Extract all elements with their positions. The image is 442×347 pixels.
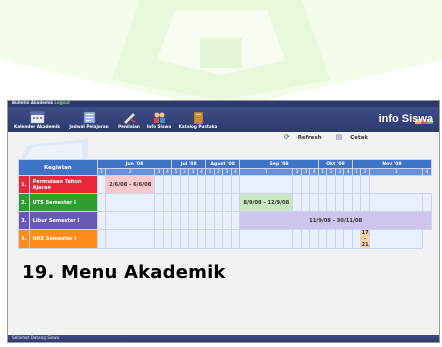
- toolbar-kalender-akademik[interactable]: Kalender Akademik: [12, 109, 62, 129]
- activity-name: UAS Semester I: [28, 229, 98, 249]
- background-watermark: [0, 0, 442, 110]
- week-header: 2: [105, 168, 156, 176]
- week-header: 3: [334, 168, 345, 176]
- week-header: 2: [326, 168, 336, 176]
- activity-name: Libur Semester I: [28, 211, 98, 230]
- toolbar-label: Kalender Akademik: [14, 124, 60, 129]
- toolbar-label: Jadwal Pelajaran: [69, 124, 109, 129]
- page-heading: 19. Menu Akademik: [22, 262, 226, 283]
- refresh-label: Refresh: [297, 135, 322, 141]
- week-header: 3: [188, 168, 198, 176]
- calendar-actions: ⟳ Refresh ▤ Cetak: [272, 133, 368, 141]
- month-header: Jun '08: [96, 159, 173, 169]
- toolbar-label: Info Siswa: [146, 124, 172, 129]
- print-label: Cetak: [350, 135, 368, 141]
- week-header: 2: [360, 168, 370, 176]
- brand-logo: info Siswa: [378, 113, 433, 125]
- print-button[interactable]: ▤ Cetak: [330, 133, 368, 141]
- event-date-range: 2/6/08 - 6/6/08: [109, 181, 152, 188]
- toolbar-penilaian[interactable]: Penilaian: [116, 109, 142, 129]
- table-row[interactable]: 1. Permulaan Tahun Ajaran 2/6/08 - 6/6/0…: [18, 175, 432, 194]
- table-row[interactable]: 2. UTS Semester I 8/9/08 - 12/9/08: [18, 193, 432, 212]
- week-header: 3: [300, 168, 311, 176]
- schedule-icon: [82, 109, 97, 124]
- toolbar-katalog-pustaka[interactable]: Katalog Pustaka: [176, 109, 220, 129]
- week-header: 2: [292, 168, 302, 176]
- activity-name: UTS Semester I: [28, 193, 98, 212]
- month-header: Okt '08: [317, 159, 353, 169]
- month-header: Jul '08: [171, 159, 207, 169]
- week-header: 3: [368, 168, 424, 176]
- week-header: 1: [171, 168, 181, 176]
- students-icon: [152, 109, 167, 123]
- calendar-panel: ⟳ Refresh ▤ Cetak Kegiatan Jun '08 Jul '08…: [18, 133, 433, 259]
- week-header: 1: [205, 168, 215, 176]
- status-text: Selamat Datang Siswa: [12, 335, 60, 340]
- week-header: 2: [213, 168, 224, 176]
- row-number: 3.: [18, 211, 30, 230]
- main-toolbar: Kalender Akademik Jadwal Pelajaran Penil…: [8, 107, 439, 132]
- week-header: 3: [154, 168, 164, 176]
- toolbar-info-siswa[interactable]: Info Siswa: [146, 109, 172, 129]
- toolbar-label: Katalog Pustaka: [178, 124, 218, 129]
- table-row[interactable]: 4. UAS Semester I 17/11/08 - 21/11/08: [18, 229, 432, 249]
- week-header: 1: [96, 168, 107, 176]
- week-header: 3: [222, 168, 232, 176]
- week-header: 1: [317, 168, 328, 176]
- week-header: 4: [422, 168, 432, 176]
- app-window: Bulletin Akademik Logout Kalender Akadem…: [7, 100, 440, 343]
- week-header: 1: [351, 168, 362, 176]
- week-header: 4: [309, 168, 319, 176]
- calendar-icon: [30, 109, 45, 124]
- week-header: 1: [239, 168, 294, 176]
- toolbar-jadwal-pelajaran[interactable]: Jadwal Pelajaran: [66, 109, 112, 129]
- activity-header: Kegiatan: [18, 159, 98, 176]
- table-row[interactable]: 3. Libur Semester I 11/9/08 - 30/11/08: [18, 211, 432, 230]
- week-header: 4: [162, 168, 173, 176]
- refresh-button[interactable]: ⟳ Refresh: [278, 133, 322, 141]
- week-header: 4: [230, 168, 241, 176]
- refresh-icon: ⟳: [283, 133, 290, 141]
- library-icon: [191, 109, 206, 125]
- month-header: Sep '08: [239, 159, 319, 169]
- toolbar-label: Penilaian: [118, 124, 140, 129]
- print-icon: ▤: [335, 133, 343, 141]
- week-header: 4: [196, 168, 207, 176]
- row-number: 1.: [18, 175, 30, 194]
- academic-calendar-table: Kegiatan Jun '08 Jul '08 Agust '08 Sep '…: [18, 159, 433, 249]
- window-title: Bulletin Akademik: [12, 100, 54, 105]
- month-header: Nov '08: [351, 159, 433, 169]
- week-header: 4: [343, 168, 353, 176]
- grading-icon: [122, 109, 137, 125]
- month-header: Agust '08: [205, 159, 241, 169]
- activity-name: Permulaan Tahun Ajaran: [28, 175, 98, 194]
- event-date-range: 8/9/08 - 12/9/08: [243, 199, 290, 206]
- logout-link[interactable]: Logout: [54, 100, 70, 105]
- row-number: 2.: [18, 193, 30, 212]
- row-number: 4.: [18, 229, 30, 249]
- status-bar: Selamat Datang Siswa: [8, 335, 439, 342]
- week-header: 2: [179, 168, 190, 176]
- event-date-range: 17/11/08 - 21/11/08: [361, 230, 369, 248]
- event-date-range: 11/9/08 - 30/11/08: [309, 217, 363, 224]
